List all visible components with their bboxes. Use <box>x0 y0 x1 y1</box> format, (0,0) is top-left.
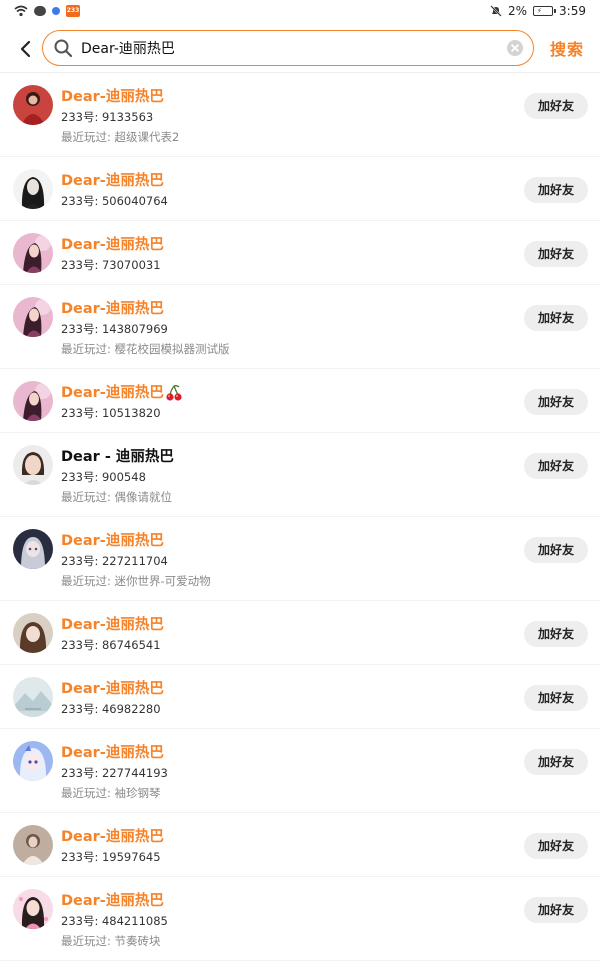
user-name[interactable]: Dear-迪丽热巴 <box>61 613 164 634</box>
user-name[interactable]: Dear-迪丽热巴 <box>61 677 164 698</box>
add-friend-button[interactable]: 加好友 <box>524 93 588 119</box>
user-avatar[interactable] <box>13 613 53 653</box>
user-id: 233号: 10513820 <box>61 406 161 420</box>
user-name[interactable]: Dear-迪丽热巴 <box>61 529 164 550</box>
user-name[interactable]: Dear-迪丽热巴 <box>61 85 164 106</box>
search-box[interactable] <box>42 30 534 66</box>
battery-percent: 2% <box>508 4 528 18</box>
search-input[interactable] <box>81 40 507 56</box>
add-friend-button[interactable]: 加好友 <box>524 833 588 859</box>
user-avatar[interactable] <box>13 233 53 273</box>
recently-played: 最近玩过: 迷你世界-可爱动物 <box>61 574 211 588</box>
recently-played: 最近玩过: 偶像请就位 <box>61 490 173 504</box>
add-friend-button[interactable]: 加好友 <box>524 537 588 563</box>
add-friend-button[interactable]: 加好友 <box>524 621 588 647</box>
notification-dot-icon <box>52 7 60 15</box>
recently-played: 最近玩过: 超级课代表2 <box>61 130 180 144</box>
battery-icon: ⚡ <box>533 6 557 16</box>
add-friend-button[interactable]: 加好友 <box>524 305 588 331</box>
user-name[interactable]: Dear-迪丽热巴 <box>61 889 164 910</box>
user-name[interactable]: Dear-迪丽热巴 <box>61 381 183 402</box>
user-avatar[interactable] <box>13 169 53 209</box>
result-row[interactable]: Dear-迪丽热巴 233号: 86746541 加好友 <box>0 601 600 665</box>
user-name-text: Dear-迪丽热巴 <box>61 893 164 909</box>
app-233-icon: 233 <box>66 5 80 17</box>
result-row[interactable]: Dear - 迪丽热巴 233号: 900548 最近玩过: 偶像请就位 加好友 <box>0 433 600 517</box>
user-name[interactable]: Dear-迪丽热巴 <box>61 297 164 318</box>
user-id: 233号: 484211085 <box>61 914 168 928</box>
status-bar: 233 2% ⚡ 3:59 <box>0 0 600 24</box>
result-row[interactable]: Dear-迪丽热巴 233号: 73070031 加好友 <box>0 221 600 285</box>
user-name[interactable]: Dear-迪丽热巴 <box>61 741 164 762</box>
add-friend-button[interactable]: 加好友 <box>524 389 588 415</box>
wifi-icon <box>14 5 28 17</box>
add-friend-button[interactable]: 加好友 <box>524 685 588 711</box>
cherry-icon <box>166 385 182 401</box>
user-name[interactable]: Dear - 迪丽热巴 <box>61 445 174 466</box>
user-avatar[interactable] <box>13 741 53 781</box>
user-name-text: Dear-迪丽热巴 <box>61 617 164 633</box>
result-row[interactable]: Dear-迪丽热巴 233号: 19597645 加好友 <box>0 813 600 877</box>
user-name-text: Dear-迪丽热巴 <box>61 237 164 253</box>
user-name[interactable]: Dear-迪丽热巴 <box>61 233 164 254</box>
user-name-text: Dear-迪丽热巴 <box>61 681 164 697</box>
user-id: 233号: 86746541 <box>61 638 161 652</box>
result-row[interactable]: Dear-迪丽热巴 233号: 484211085 最近玩过: 节奏砖块 加好友 <box>0 877 600 961</box>
add-friend-button[interactable]: 加好友 <box>524 749 588 775</box>
wechat-icon <box>34 6 46 16</box>
user-name-text: Dear-迪丽热巴 <box>61 533 164 549</box>
search-results-list: Dear-迪丽热巴 233号: 9133563 最近玩过: 超级课代表2 加好友 Dea… <box>0 73 600 961</box>
user-avatar[interactable] <box>13 889 53 929</box>
user-name-text: Dear-迪丽热巴 <box>61 173 164 189</box>
user-name-text: Dear-迪丽热巴 <box>61 89 164 105</box>
result-row[interactable]: Dear-迪丽热巴 233号: 227744193 最近玩过: 袖珍钢琴 加好友 <box>0 729 600 813</box>
status-right: 2% ⚡ 3:59 <box>490 4 586 18</box>
user-name-text: Dear-迪丽热巴 <box>61 829 164 845</box>
add-friend-button[interactable]: 加好友 <box>524 241 588 267</box>
user-id: 233号: 900548 <box>61 470 146 484</box>
back-button[interactable] <box>12 36 38 62</box>
user-name-text: Dear-迪丽热巴 <box>61 301 164 317</box>
user-avatar[interactable] <box>13 677 53 717</box>
clear-search-button[interactable] <box>507 40 523 56</box>
user-name-text: Dear - 迪丽热巴 <box>61 449 174 465</box>
user-avatar[interactable] <box>13 529 53 569</box>
user-avatar[interactable] <box>13 381 53 421</box>
chevron-left-icon <box>20 40 31 58</box>
user-avatar[interactable] <box>13 85 53 125</box>
status-left-icons: 233 <box>14 5 80 17</box>
user-name-text: Dear-迪丽热巴 <box>61 745 164 761</box>
result-row[interactable]: Dear-迪丽热巴 233号: 506040764 加好友 <box>0 157 600 221</box>
recently-played: 最近玩过: 节奏砖块 <box>61 934 161 948</box>
add-friend-button[interactable]: 加好友 <box>524 453 588 479</box>
result-row[interactable]: Dear-迪丽热巴 233号: 46982280 加好友 <box>0 665 600 729</box>
user-avatar[interactable] <box>13 825 53 865</box>
user-id: 233号: 143807969 <box>61 322 168 336</box>
result-row[interactable]: Dear-迪丽热巴 233号: 143807969 最近玩过: 樱花校园模拟器测试版… <box>0 285 600 369</box>
result-row[interactable]: Dear-迪丽热巴 233号: 9133563 最近玩过: 超级课代表2 加好友 <box>0 73 600 157</box>
user-id: 233号: 46982280 <box>61 702 161 716</box>
recently-played: 最近玩过: 樱花校园模拟器测试版 <box>61 342 230 356</box>
user-name[interactable]: Dear-迪丽热巴 <box>61 169 164 190</box>
search-icon <box>54 39 73 58</box>
user-name-text: Dear-迪丽热巴 <box>61 385 164 401</box>
result-row[interactable]: Dear-迪丽热巴 233号: 227211704 最近玩过: 迷你世界-可爱动物 加… <box>0 517 600 601</box>
recently-played: 最近玩过: 袖珍钢琴 <box>61 786 161 800</box>
user-avatar[interactable] <box>13 297 53 337</box>
add-friend-button[interactable]: 加好友 <box>524 897 588 923</box>
user-id: 233号: 19597645 <box>61 850 161 864</box>
search-submit-button[interactable]: 搜索 <box>550 36 584 60</box>
user-avatar[interactable] <box>13 445 53 485</box>
add-friend-button[interactable]: 加好友 <box>524 177 588 203</box>
user-id: 233号: 227211704 <box>61 554 168 568</box>
result-row[interactable]: Dear-迪丽热巴 233号: 10513820 加好友 <box>0 369 600 433</box>
clock: 3:59 <box>559 4 586 18</box>
user-id: 233号: 227744193 <box>61 766 168 780</box>
user-name[interactable]: Dear-迪丽热巴 <box>61 825 164 846</box>
user-id: 233号: 73070031 <box>61 258 161 272</box>
user-id: 233号: 506040764 <box>61 194 168 208</box>
bell-off-icon <box>490 5 502 17</box>
user-id: 233号: 9133563 <box>61 110 154 124</box>
search-header: 搜索 <box>0 28 600 72</box>
